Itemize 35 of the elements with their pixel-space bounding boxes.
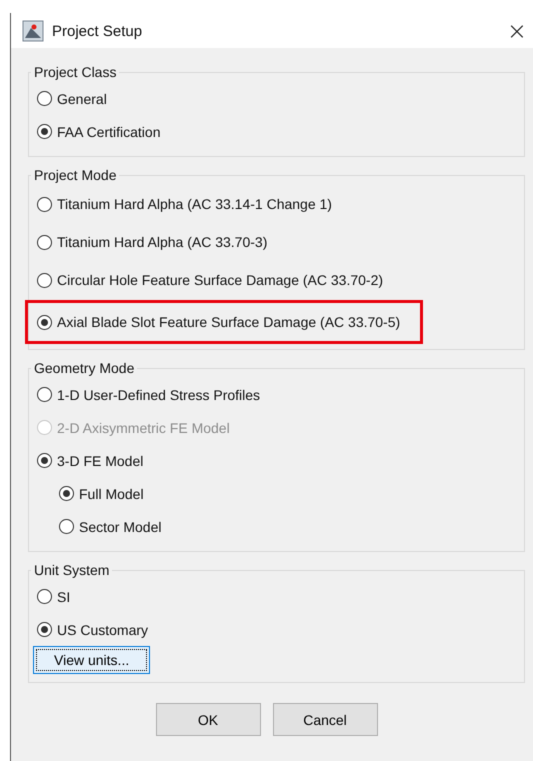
radio-button[interactable]	[37, 453, 52, 468]
radio-button[interactable]	[37, 387, 52, 402]
option-label: Full Model	[79, 486, 144, 502]
radio-button[interactable]	[59, 519, 74, 534]
radio-button[interactable]	[37, 314, 52, 330]
radio-button[interactable]	[37, 124, 52, 139]
radio-button[interactable]	[37, 589, 52, 604]
option-label: Titanium Hard Alpha (AC 33.14-1 Change 1)	[57, 196, 332, 212]
group-title: Geometry Mode	[33, 360, 136, 376]
option-label: FAA Certification	[57, 124, 160, 140]
group-title: Project Mode	[33, 167, 118, 183]
option-label: Axial Blade Slot Feature Surface Damage (AC 33.70-5)	[57, 314, 400, 330]
radio-button[interactable]	[37, 272, 52, 288]
option-label: Titanium Hard Alpha (AC 33.70-3)	[57, 234, 268, 250]
option-label: Circular Hole Feature Surface Damage (AC 33.70-2)	[57, 272, 384, 288]
dialog-button[interactable]: OK	[156, 703, 260, 736]
window-title: Project Setup	[52, 22, 142, 40]
radio-button[interactable]	[37, 91, 52, 106]
option-label: Sector Model	[79, 518, 162, 534]
option-label: 1-D User-Defined Stress Profiles	[57, 386, 260, 402]
group-title: Project Class	[33, 64, 118, 80]
option-label: SI	[57, 588, 70, 604]
radio-button[interactable]	[37, 196, 52, 212]
dialog-button[interactable]: Cancel	[272, 703, 378, 736]
option-label: 3-D FE Model	[57, 452, 144, 468]
close-button[interactable]: ×	[500, 19, 533, 43]
view-units-button[interactable]: View units...	[33, 646, 150, 674]
group-title: Unit System	[33, 562, 110, 578]
radio-button[interactable]	[37, 622, 52, 637]
option-label: US Customary	[57, 622, 148, 638]
app-icon	[22, 20, 44, 42]
radio-button[interactable]	[59, 486, 74, 501]
radio-button[interactable]	[37, 234, 52, 250]
option-label: 2-D Axisymmetric FE Model	[57, 420, 230, 436]
option-label: General	[57, 90, 107, 106]
